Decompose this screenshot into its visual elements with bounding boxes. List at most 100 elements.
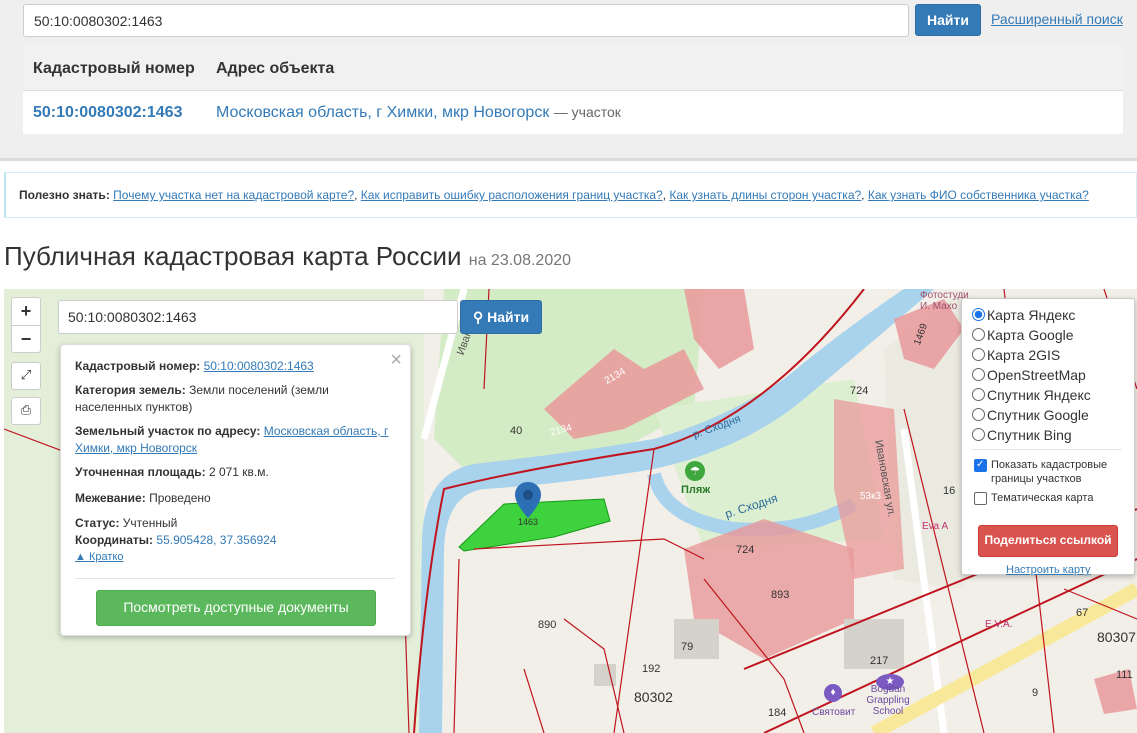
parcel-label-724a: 724 [850,385,869,397]
parcel-label-217: 217 [870,655,889,667]
layer-label: Карта Яндекс [987,307,1076,323]
info-survey-value: Проведено [149,491,211,505]
useful-label: Полезно знать: [19,188,110,202]
layer-yandex-satellite[interactable]: Спутник Яндекс [972,385,1091,405]
useful-link-missing-plot[interactable]: Почему участка нет на кадастровой карте? [113,188,354,202]
sport-icon: ♦ [824,684,842,702]
advanced-search-link[interactable]: Расширенный поиск [991,11,1123,27]
layer-label: OpenStreetMap [987,367,1086,383]
results-table: Кадастровый номер Адрес объекта 50:10:00… [23,46,1123,134]
cadastral-search-input[interactable] [23,4,909,37]
show-borders-label: Показать кадастровые границы участков [991,459,1108,485]
layers-divider [972,449,1122,450]
configure-map-link[interactable]: Настроить карту [1006,564,1091,576]
thematic-map-checkbox[interactable]: Тематическая карта [974,491,1124,505]
zoom-in-button[interactable]: + [12,298,40,326]
fullscreen-button[interactable]: ⤢ [11,362,41,390]
result-address-link[interactable]: Московская область, г Химки, мкр Новогор… [216,104,549,121]
info-cat-label: Категория земель: [75,383,186,397]
useful-links-bar: Полезно знать: Почему участка нет на кад… [4,172,1137,218]
zoom-control: + − [11,297,41,353]
info-status-value: Учтенный [122,516,178,530]
beach-icon: ☂ [685,461,705,481]
radio-icon [972,348,985,361]
caret-up-icon: ▲ [75,551,86,563]
info-area-label: Уточненная площадь: [75,465,206,479]
layer-yandex-map[interactable]: Карта Яндекс [972,305,1075,325]
layer-google-satellite[interactable]: Спутник Google [972,405,1089,425]
parcel-label-40: 40 [510,425,523,437]
map-layers-panel: Карта Яндекс Карта Google Карта 2GIS Ope… [961,298,1135,576]
view-documents-button[interactable]: Посмотреть доступные документы [96,590,376,626]
poi-label-svyatovit: Святовит [812,707,856,718]
print-button[interactable]: ⎙ [11,397,41,425]
info-area: Уточненная площадь: 2 071 кв.м. [75,464,395,481]
parcel-label-1463: 1463 [518,517,539,527]
zoom-out-button[interactable]: − [12,326,40,353]
radio-selected-icon [972,308,985,321]
result-address: Московская область, г Химки, мкр Новогор… [216,104,621,122]
parcel-label-67: 67 [1076,607,1089,619]
layer-label: Спутник Google [987,407,1089,423]
find-button[interactable]: Найти [915,4,981,36]
page-title-text: Публичная кадастровая карта России [4,241,462,271]
parcel-label-184: 184 [768,707,787,719]
useful-link-fix-borders[interactable]: Как исправить ошибку расположения границ… [361,188,663,202]
checkbox-checked-icon [974,458,987,472]
search-icon: ⚲ [472,309,484,325]
map-find-button[interactable]: ⚲ Найти [460,300,542,334]
layer-openstreetmap[interactable]: OpenStreetMap [972,365,1086,385]
results-header: Кадастровый номер Адрес объекта [23,46,1123,91]
share-link-button[interactable]: Поделиться ссылкой [978,525,1118,557]
result-type: — участок [553,104,621,120]
collapse-link[interactable]: ▲ Кратко [75,551,123,563]
poi-label-eva1: Eva A [922,521,949,532]
show-borders-checkbox[interactable]: Показать кадастровые границы участков [974,458,1124,486]
printer-icon: ⎙ [20,402,32,417]
result-cadastral-number-link[interactable]: 50:10:0080302:1463 [33,104,182,122]
info-category: Категория земель: Земли поселений (земли… [75,382,395,416]
layer-2gis-map[interactable]: Карта 2GIS [972,345,1060,365]
building-label-53k3: 53к3 [860,491,882,502]
info-coordinates: Координаты: 55.905428, 37.356924 [75,532,395,549]
parcel-label-16: 16 [943,485,956,497]
radio-icon [972,428,985,441]
info-status: Статус: Учтенный [75,515,395,532]
page-date: на 23.08.2020 [468,252,572,269]
page-title: Публичная кадастровая карта России на 23… [4,241,571,272]
info-survey-label: Межевание: [75,491,146,505]
radio-icon [972,388,985,401]
info-coords-label: Координаты: [75,533,154,547]
radio-icon [972,408,985,421]
building-79 [674,619,719,659]
parcel-label-111: 111 [1116,669,1133,681]
layer-google-map[interactable]: Карта Google [972,325,1074,345]
useful-link-owner-name[interactable]: Как узнать ФИО собственника участка? [868,188,1089,202]
layer-label: Карта Google [987,327,1074,343]
location-pin-icon[interactable] [515,482,541,518]
checkbox-icon [974,492,987,505]
beach-label: Пляж [681,484,711,496]
parcel-label-724b: 724 [736,544,755,556]
layer-label: Спутник Яндекс [987,387,1091,403]
map-find-label: Найти [487,309,530,325]
info-divider [75,578,395,579]
top-search-panel: Найти Расширенный поиск Кадастровый номе… [0,0,1137,161]
parcel-label-890: 890 [538,619,557,631]
thematic-map-label: Тематическая карта [991,492,1094,504]
column-address: Адрес объекта [216,60,335,77]
info-cadastral-number: Кадастровый номер: 50:10:0080302:1463 [75,358,395,375]
layer-bing-satellite[interactable]: Спутник Bing [972,425,1072,445]
info-area-value: 2 071 кв.м. [208,465,269,479]
info-coords-value: 55.905428, 37.356924 [156,533,277,547]
column-cadastral-number: Кадастровый номер [33,60,195,77]
info-addr-label: Земельный участок по адресу: [75,424,261,438]
info-cad-label: Кадастровый номер: [75,359,201,373]
building-small-1 [594,664,616,686]
useful-link-side-lengths[interactable]: Как узнать длины сторон участка? [669,188,861,202]
radio-icon [972,328,985,341]
poi-label-eva2: E.V.A. [985,619,1013,630]
cadastral-map[interactable]: Иванов Ивановская ул. р. Сходня р. Сходн… [4,289,1137,733]
info-cad-link[interactable]: 50:10:0080302:1463 [204,359,314,373]
map-search-input[interactable] [58,300,458,334]
